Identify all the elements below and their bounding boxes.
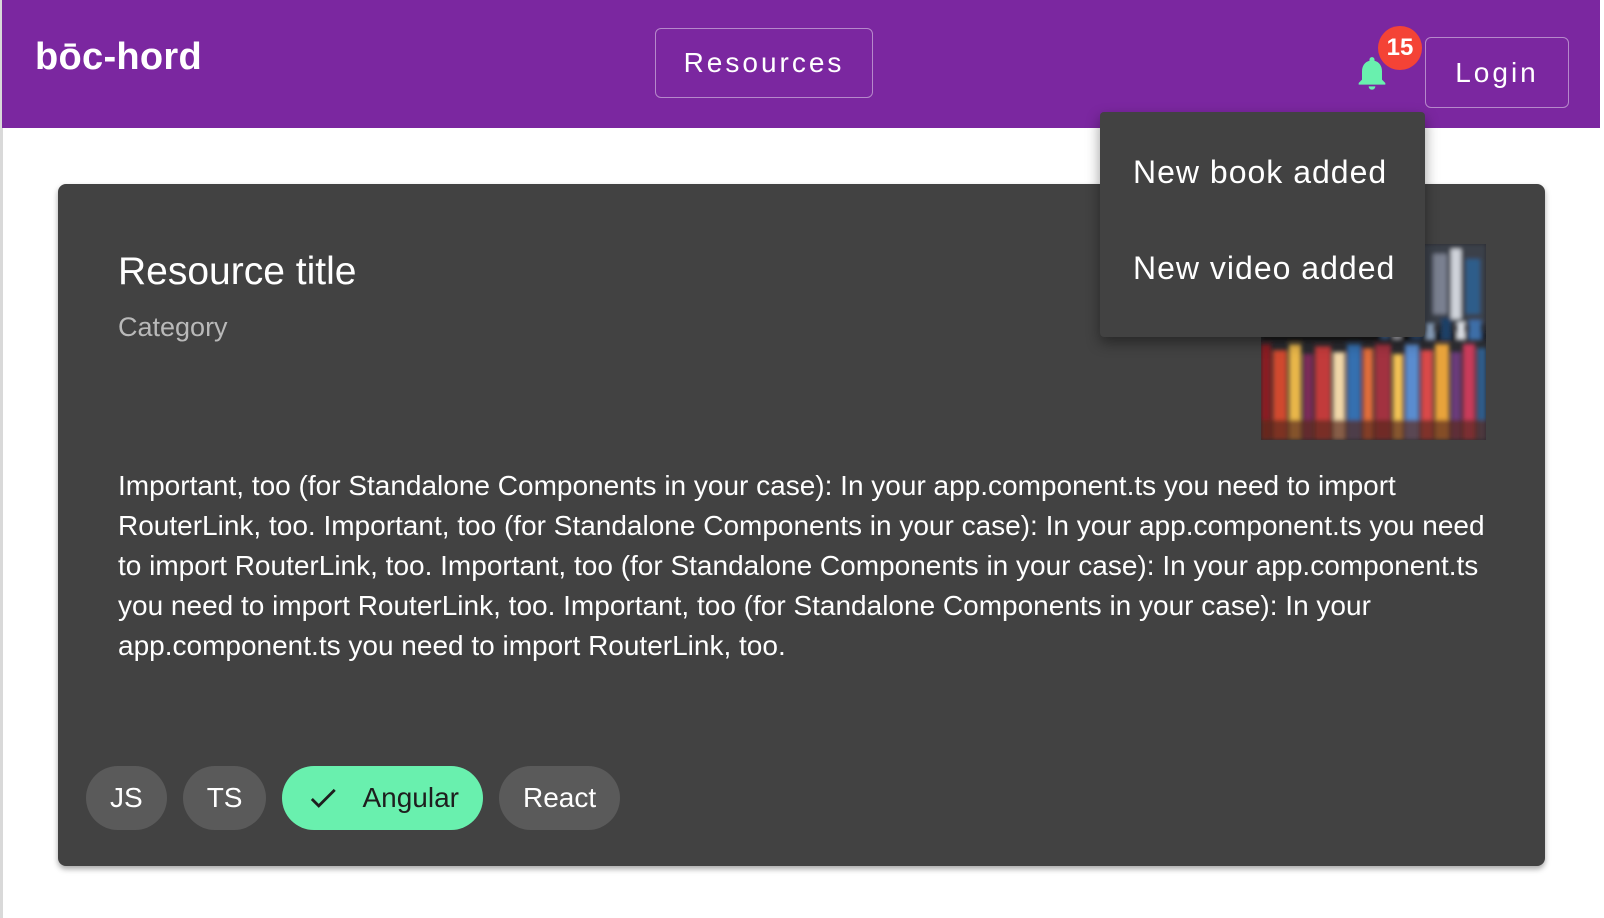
chip-react[interactable]: React <box>498 766 621 830</box>
notifications-menu: New book added New video added <box>1100 112 1425 337</box>
top-toolbar: bōc-hord Resources 15 Login <box>2 0 1600 128</box>
chip-label: TS <box>206 782 243 813</box>
tag-chip-list: JS TS Angular React <box>86 766 621 830</box>
card-title: Resource title <box>118 250 357 293</box>
chip-ts[interactable]: TS <box>182 766 267 830</box>
menu-item-new-video[interactable]: New video added <box>1133 250 1395 287</box>
chip-label: JS <box>110 782 143 813</box>
card-subtitle: Category <box>118 312 228 342</box>
notification-count-badge: 15 <box>1378 26 1422 70</box>
page-edge <box>0 0 3 918</box>
brand-logo[interactable]: bōc-hord <box>35 36 202 79</box>
chip-angular[interactable]: Angular <box>282 766 483 830</box>
card-body-text: Important, too (for Standalone Component… <box>118 470 1485 661</box>
login-button[interactable]: Login <box>1425 37 1569 108</box>
menu-item-new-book[interactable]: New book added <box>1133 154 1387 191</box>
chip-js[interactable]: JS <box>86 766 167 830</box>
resources-button[interactable]: Resources <box>655 28 873 98</box>
chip-label: React <box>522 782 597 813</box>
check-icon <box>311 788 337 808</box>
chip-label: Angular <box>362 782 459 813</box>
